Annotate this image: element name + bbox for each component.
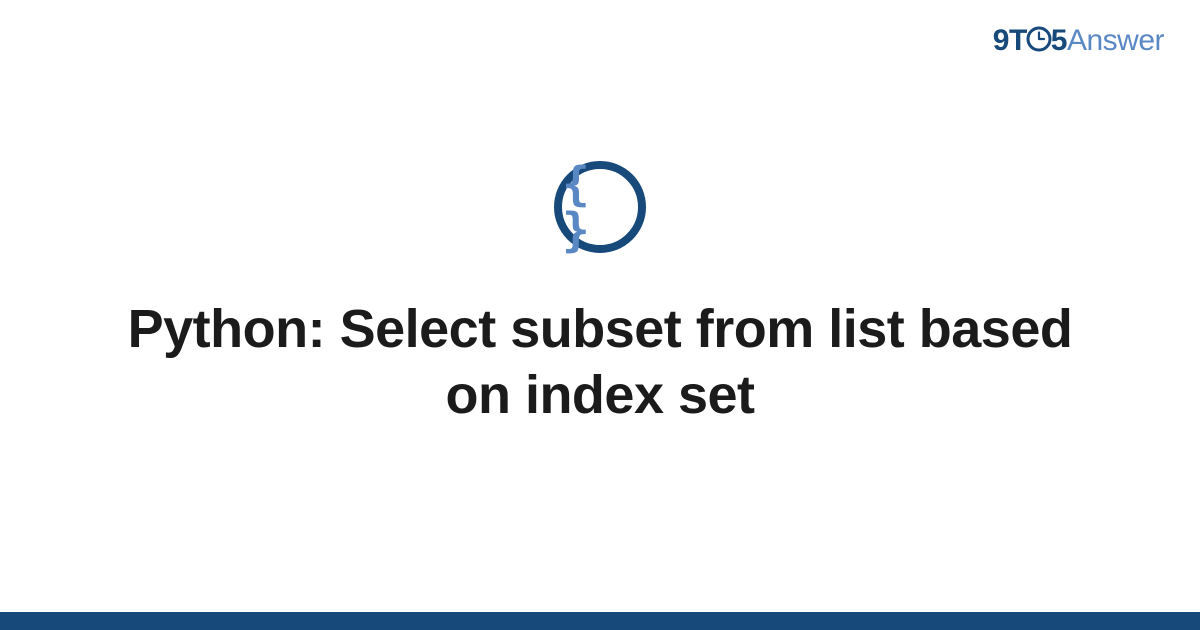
- page-title: Python: Select subset from list based on…: [120, 297, 1080, 429]
- code-braces-icon: { }: [562, 161, 638, 253]
- topic-badge: { }: [554, 161, 646, 253]
- footer-accent-bar: [0, 612, 1200, 630]
- main-content: { } Python: Select subset from list base…: [0, 0, 1200, 630]
